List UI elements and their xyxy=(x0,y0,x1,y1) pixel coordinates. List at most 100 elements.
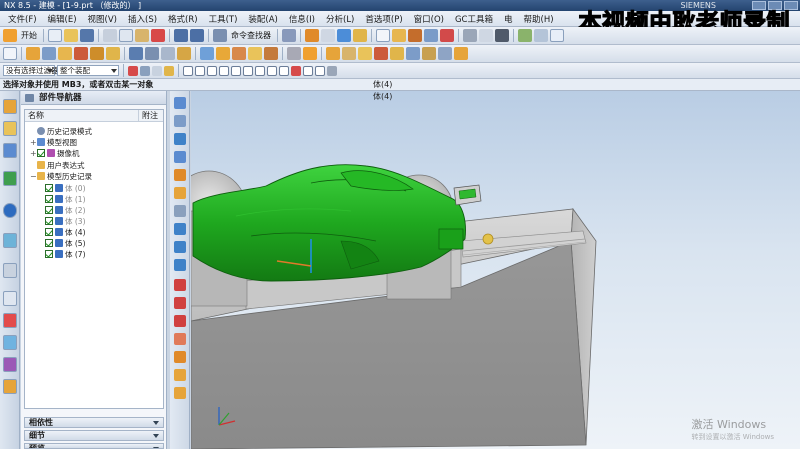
tree-node-history-mode[interactable]: 历史记录模式 xyxy=(30,126,92,137)
filter-reset-icon[interactable] xyxy=(128,65,138,76)
info-icon[interactable] xyxy=(550,29,564,42)
visibility-checkbox[interactable] xyxy=(45,239,53,247)
window-icon[interactable] xyxy=(282,29,296,42)
menu-electrical[interactable]: 电 xyxy=(499,13,518,25)
tree-node-model-history[interactable]: − 模型历史记录 xyxy=(30,171,92,182)
mid-point-icon[interactable] xyxy=(195,65,205,76)
spline-icon[interactable] xyxy=(174,315,186,327)
tree-node-body[interactable]: 体 (2) xyxy=(45,205,86,216)
menu-analysis[interactable]: 分析(L) xyxy=(321,13,359,25)
control-point-icon[interactable] xyxy=(207,65,217,76)
edge-blend-icon[interactable] xyxy=(200,47,214,60)
tree-node-body[interactable]: 体 (0) xyxy=(45,183,86,194)
visibility-checkbox[interactable] xyxy=(45,250,53,258)
navigator-gear-icon[interactable] xyxy=(25,94,34,102)
menu-tools[interactable]: 工具(T) xyxy=(204,13,243,25)
menu-view[interactable]: 视图(V) xyxy=(83,13,122,25)
render-style-icon[interactable] xyxy=(495,29,509,42)
cylinder-icon[interactable] xyxy=(42,47,56,60)
delete-icon[interactable] xyxy=(151,29,165,42)
menu-edit[interactable]: 编辑(E) xyxy=(43,13,82,25)
visibility-checkbox[interactable] xyxy=(45,206,53,214)
variational-sweep-icon[interactable] xyxy=(174,151,186,163)
tree-node-user-expressions[interactable]: 用户表达式 xyxy=(30,160,85,171)
page-icon[interactable] xyxy=(3,47,17,60)
open-folder-icon[interactable] xyxy=(64,29,78,42)
subtract-icon[interactable] xyxy=(145,47,159,60)
datum-plane-icon[interactable] xyxy=(337,29,351,42)
intersection-curve-icon[interactable] xyxy=(174,387,186,399)
make-tangent-icon[interactable] xyxy=(422,47,436,60)
menu-information[interactable]: 信息(I) xyxy=(284,13,320,25)
menu-window[interactable]: 窗口(O) xyxy=(409,13,449,25)
resize-blend-icon[interactable] xyxy=(390,47,404,60)
quadrant-point-icon[interactable] xyxy=(243,65,253,76)
tree-node-body[interactable]: 体 (1) xyxy=(45,194,86,205)
column-note-header[interactable]: 附注 xyxy=(138,110,158,122)
tree-node-model-views[interactable]: + 模型视图 xyxy=(30,137,77,148)
paste-icon[interactable] xyxy=(135,29,149,42)
history-icon[interactable] xyxy=(3,233,17,248)
color-icon[interactable] xyxy=(479,29,493,42)
chamfer-icon[interactable] xyxy=(216,47,230,60)
menu-insert[interactable]: 插入(S) xyxy=(123,13,162,25)
deselect-icon[interactable] xyxy=(152,65,162,76)
stop-snap-icon[interactable] xyxy=(291,65,301,76)
details-panel-header[interactable]: 细节 xyxy=(24,430,164,441)
existing-point-icon[interactable] xyxy=(255,65,265,76)
visibility-checkbox[interactable] xyxy=(45,228,53,236)
palette-icon[interactable] xyxy=(3,379,17,394)
layer-icon[interactable] xyxy=(392,29,406,42)
offset-face-icon[interactable] xyxy=(264,47,278,60)
pattern-icon[interactable] xyxy=(287,47,301,60)
copy-face-icon[interactable] xyxy=(454,47,468,60)
grid-icon[interactable] xyxy=(376,29,390,42)
ruled-icon[interactable] xyxy=(174,259,186,271)
manufacturing-wizard-icon[interactable] xyxy=(3,313,17,328)
trim-body-icon[interactable] xyxy=(177,47,191,60)
tree-node-body[interactable]: 体 (3) xyxy=(45,216,86,227)
project-curve-icon[interactable] xyxy=(174,369,186,381)
roles-icon[interactable] xyxy=(3,335,17,350)
menu-gc-toolkit[interactable]: GC工具箱 xyxy=(450,13,498,25)
bounded-grid-icon[interactable] xyxy=(315,65,325,76)
point-on-curve-icon[interactable] xyxy=(267,65,277,76)
unite-icon[interactable] xyxy=(129,47,143,60)
preview-panel-header[interactable]: 预览 xyxy=(24,443,164,449)
block-icon[interactable] xyxy=(26,47,40,60)
constraint-navigator-icon[interactable] xyxy=(3,121,17,136)
through-curves-icon[interactable] xyxy=(174,187,186,199)
visibility-checkbox[interactable] xyxy=(45,217,53,225)
tree-node-body[interactable]: 体 (5) xyxy=(45,238,86,249)
part-navigator-icon[interactable] xyxy=(3,143,17,158)
sweep-icon[interactable] xyxy=(174,133,186,145)
undo-icon[interactable] xyxy=(174,29,188,42)
system-materials-icon[interactable] xyxy=(3,263,17,278)
select-all-icon[interactable] xyxy=(140,65,150,76)
revolve-icon[interactable] xyxy=(174,115,186,127)
mirror-icon[interactable] xyxy=(303,47,317,60)
display-icon[interactable] xyxy=(463,29,477,42)
copy-icon[interactable] xyxy=(119,29,133,42)
menu-assemblies[interactable]: 装配(A) xyxy=(243,13,282,25)
column-name-header[interactable]: 名称 xyxy=(28,110,44,122)
tree-node-body[interactable]: 体 (7) xyxy=(45,249,86,260)
assembly-navigator-icon[interactable] xyxy=(3,99,17,114)
intersect-icon[interactable] xyxy=(161,47,175,60)
menu-file[interactable]: 文件(F) xyxy=(3,13,42,25)
crosshair-icon[interactable] xyxy=(303,65,313,76)
cone-icon[interactable] xyxy=(58,47,72,60)
model-viewport[interactable] xyxy=(191,91,800,449)
shell-icon[interactable] xyxy=(232,47,246,60)
intersection-point-icon[interactable] xyxy=(219,65,229,76)
car-nose-detail[interactable] xyxy=(438,228,464,250)
visibility-checkbox[interactable] xyxy=(45,184,53,192)
selection-more-icon[interactable] xyxy=(327,65,337,76)
start-button[interactable]: 开始 xyxy=(19,30,39,41)
pull-face-icon[interactable] xyxy=(358,47,372,60)
line-icon[interactable] xyxy=(174,279,186,291)
system-scene-icon[interactable] xyxy=(3,357,17,372)
hole-icon[interactable] xyxy=(90,47,104,60)
cut-icon[interactable] xyxy=(103,29,117,42)
save-icon[interactable] xyxy=(80,29,94,42)
